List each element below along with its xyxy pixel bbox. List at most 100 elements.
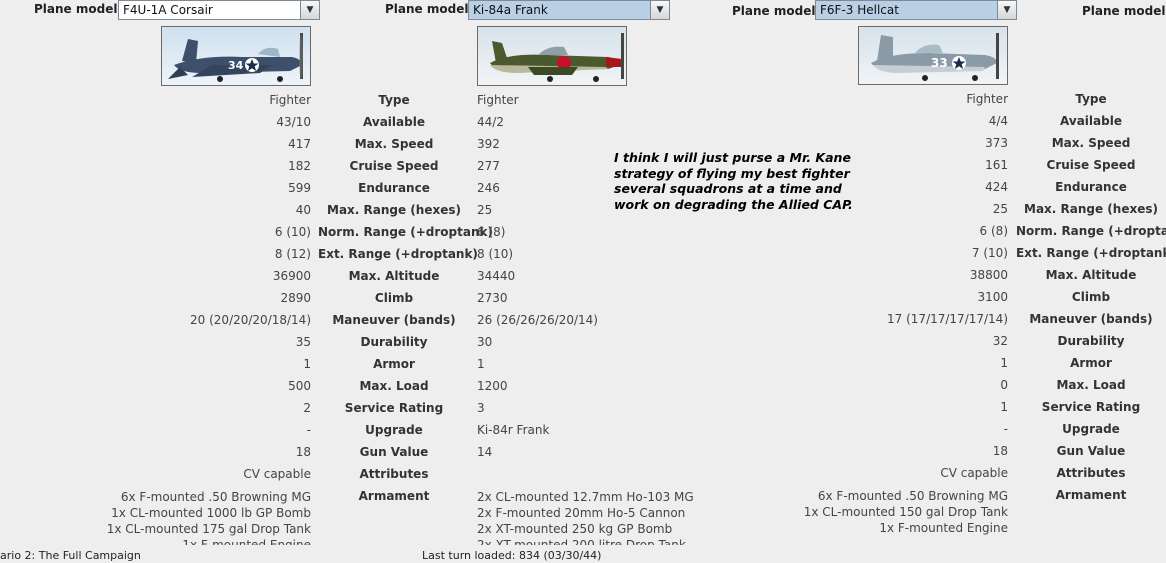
corsair-stat-value: 40: [295, 203, 311, 217]
hellcat-stat-value: CV capable: [940, 466, 1008, 480]
stat-label: Max. Speed: [354, 137, 434, 151]
corsair-stat-value: Fighter: [269, 93, 311, 107]
stat-label: Attributes: [1056, 466, 1126, 480]
chevron-down-icon[interactable]: ▼: [997, 1, 1016, 19]
scenario-status: ario 2: The Full Campaign: [0, 549, 141, 562]
frank-stat-value: 25: [477, 203, 493, 217]
frank-stat-value: 8 (10): [477, 247, 514, 261]
hellcat-image: 33: [858, 26, 1008, 85]
stat-label-armament: Armament: [1055, 488, 1127, 502]
corsair-image: 34: [161, 26, 311, 86]
corsair-stat-value: 2890: [280, 291, 311, 305]
stat-label: Service Rating: [1041, 400, 1141, 414]
frank-stat-value: 26 (26/26/26/20/14): [477, 313, 598, 327]
stat-label: Gun Value: [1056, 444, 1126, 458]
plane-model-value-3: F6F-3 Hellcat: [820, 3, 899, 17]
stat-label: Gun Value: [359, 445, 429, 459]
corsair-stat-value: 43/10: [276, 115, 311, 129]
last-turn-status: Last turn loaded: 834 (03/30/44): [422, 549, 602, 562]
hellcat-armament-item: 1x F-mounted Engine: [879, 521, 1008, 535]
frank-stat-value: 6 (8): [477, 225, 506, 239]
chevron-down-icon[interactable]: ▼: [300, 1, 319, 19]
corsair-armament-item: 6x F-mounted .50 Browning MG: [120, 490, 311, 504]
stat-label: Available: [363, 115, 425, 129]
plane-model-label-3: Plane model:: [732, 4, 821, 18]
corsair-stat-value: 36900: [272, 269, 311, 283]
stat-label: Service Rating: [344, 401, 444, 415]
hellcat-stat-value: 0: [1000, 378, 1008, 392]
stat-label: Maneuver (bands): [332, 313, 456, 327]
frank-armament-item: 2x XT-mounted 250 kg GP Bomb: [477, 522, 673, 536]
frank-stat-value: 44/2: [477, 115, 504, 129]
hellcat-stat-value: 6 (8): [979, 224, 1008, 238]
stat-label: Ext. Range (+droptank): [318, 247, 478, 261]
frank-stat-value: 1200: [477, 379, 508, 393]
stat-label: Max. Range (hexes): [327, 203, 461, 217]
corsair-stat-value: 35: [295, 335, 311, 349]
corsair-stat-value: 2: [303, 401, 311, 415]
plane-model-label-4: Plane model:: [1082, 4, 1166, 18]
frank-image: [477, 26, 627, 86]
frank-stat-value: 30: [477, 335, 493, 349]
plane-model-value-2: Ki-84a Frank: [473, 3, 548, 17]
hellcat-stat-value: 38800: [969, 268, 1008, 282]
stat-label: Durability: [360, 335, 428, 349]
stat-label: Max. Range (hexes): [1024, 202, 1158, 216]
corsair-stat-value: 8 (12): [274, 247, 311, 261]
corsair-stat-value: 20 (20/20/20/18/14): [190, 313, 311, 327]
frank-stat-value: 1: [477, 357, 485, 371]
hellcat-stat-value: -: [1003, 422, 1008, 436]
plane-model-select-1[interactable]: F4U-1A Corsair ▼: [118, 0, 320, 20]
corsair-stat-value: 6 (10): [274, 225, 311, 239]
stat-label: Armor: [1070, 356, 1112, 370]
plane-model-select-2[interactable]: Ki-84a Frank ▼: [468, 0, 670, 20]
hellcat-stat-value: 1: [1000, 400, 1008, 414]
stat-label: Cruise Speed: [1046, 158, 1136, 172]
plane-model-select-3[interactable]: F6F-3 Hellcat ▼: [815, 0, 1017, 20]
stat-label: Type: [1075, 92, 1107, 106]
chevron-down-icon[interactable]: ▼: [650, 1, 669, 19]
corsair-armament-item: 1x F-mounted Engine: [182, 538, 311, 545]
frank-stat-value: 34440: [477, 269, 516, 283]
plane-model-label-1: Plane model:: [34, 2, 123, 16]
stat-label: Climb: [374, 291, 414, 305]
frank-stat-value: 2730: [477, 291, 508, 305]
stat-label: Max. Speed: [1051, 136, 1131, 150]
stat-label: Norm. Range (+droptank): [318, 225, 493, 239]
corsair-stat-value: 182: [288, 159, 311, 173]
frank-armament-item: 2x XT-mounted 200 litre Drop Tank: [477, 538, 686, 545]
hellcat-stat-value: 18: [992, 444, 1008, 458]
plane-model-label-2: Plane model:: [385, 2, 474, 16]
frank-stat-value: 392: [477, 137, 500, 151]
stat-label: Attributes: [359, 467, 429, 481]
stat-label: Ext. Range (+droptank): [1016, 246, 1166, 260]
hellcat-stat-value: Fighter: [966, 92, 1008, 106]
stat-label: Max. Altitude: [348, 269, 440, 283]
corsair-stat-value: 1: [303, 357, 311, 371]
stat-label: Upgrade: [365, 423, 423, 437]
corsair-stat-value: 18: [295, 445, 311, 459]
hellcat-stat-value: 1: [1000, 356, 1008, 370]
hellcat-stat-value: 3100: [977, 290, 1008, 304]
hellcat-armament-item: 6x F-mounted .50 Browning MG: [817, 489, 1008, 503]
frank-stat-value: [477, 465, 627, 483]
stat-label: Maneuver (bands): [1029, 312, 1153, 326]
frank-stat-value: Ki-84r Frank: [477, 423, 550, 437]
corsair-stat-value: 417: [288, 137, 311, 151]
frank-stat-value: 3: [477, 401, 485, 415]
stat-label: Armor: [373, 357, 415, 371]
stat-label-armament: Armament: [358, 489, 430, 503]
stat-label: Available: [1060, 114, 1122, 128]
frank-stat-value: 14: [477, 445, 493, 459]
stat-label: Max. Load: [1056, 378, 1126, 392]
stat-label: Norm. Range (+droptank): [1016, 224, 1166, 238]
stat-label: Max. Altitude: [1045, 268, 1137, 282]
hellcat-stat-value: 4/4: [988, 114, 1008, 128]
forum-comment: I think I will just purse a Mr. Kane str…: [614, 150, 853, 212]
frank-armament-item: 2x F-mounted 20mm Ho-5 Cannon: [477, 506, 686, 520]
corsair-armament-item: 1x CL-mounted 175 gal Drop Tank: [106, 522, 311, 536]
hellcat-tail-number: 33: [931, 56, 948, 70]
corsair-stat-value: 599: [288, 181, 311, 195]
frank-armament-item: 2x CL-mounted 12.7mm Ho-103 MG: [477, 490, 694, 504]
corsair-armament-item: 1x CL-mounted 1000 lb GP Bomb: [111, 506, 311, 520]
